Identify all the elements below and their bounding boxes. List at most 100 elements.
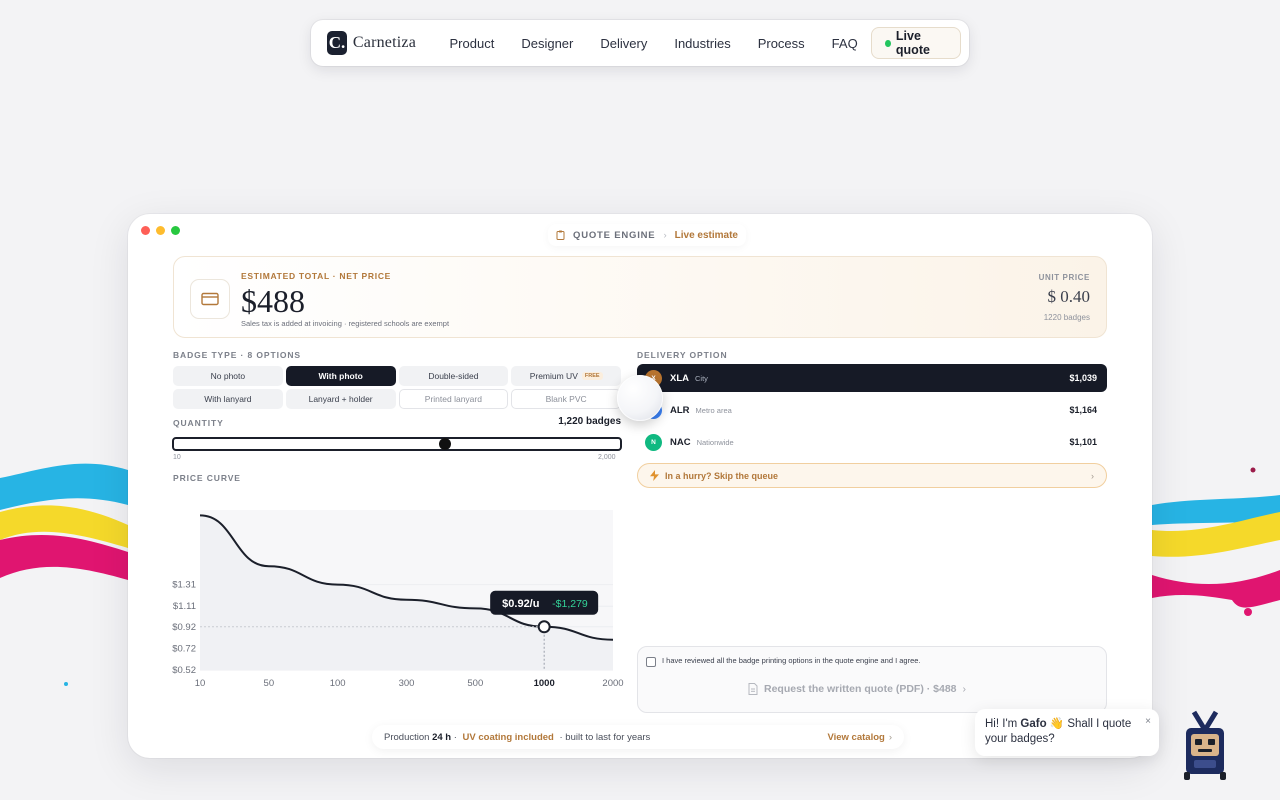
x-tick-label: 50 xyxy=(264,678,275,689)
badge-option-double-sided[interactable]: Double-sided xyxy=(398,366,509,386)
chip-label: Premium UV xyxy=(529,371,578,381)
badge-option-printed-lanyard[interactable]: Printed lanyard xyxy=(398,389,509,409)
chat-bubble[interactable]: Hi! I'm Gafo 👋 Shall I quote your badges… xyxy=(975,709,1159,756)
mascot-avatar[interactable] xyxy=(1180,708,1230,780)
delivery-name: Metro area xyxy=(695,405,732,415)
y-tick-label: $1.11 xyxy=(173,601,196,612)
request-quote-button[interactable]: Request the written quote (PDF) · $488 › xyxy=(748,683,966,695)
logo-icon[interactable]: C. xyxy=(327,31,347,55)
estimate-label: ESTIMATED TOTAL · NET PRICE xyxy=(241,271,392,281)
view-catalog-link[interactable]: View catalog › xyxy=(827,732,892,743)
chevron-right-icon: › xyxy=(1091,470,1094,481)
production-suffix: · built to last for years xyxy=(556,731,651,743)
y-tick-label: $0.52 xyxy=(172,665,196,676)
nac-icon: N xyxy=(645,433,662,451)
slider-max-label: 2,000 xyxy=(598,454,616,461)
live-quote-button[interactable]: Live quote xyxy=(871,27,961,59)
skip-queue-label: In a hurry? Skip the queue xyxy=(665,470,779,481)
chip-label: Blank PVC xyxy=(545,394,587,404)
delivery-option-alr[interactable]: A ALR Metro area $1,164 xyxy=(637,396,1107,424)
free-tag-badge: FREE xyxy=(581,372,603,380)
badge-type-label: BADGE TYPE · 8 OPTIONS xyxy=(173,350,301,360)
nav-link-faq[interactable]: FAQ xyxy=(818,36,871,51)
nav-link-product[interactable]: Product xyxy=(436,36,508,51)
badge-option-premium-uv[interactable]: Premium UV FREE xyxy=(511,366,621,386)
nav-link-process[interactable]: Process xyxy=(744,36,818,51)
production-separator: · xyxy=(451,731,460,743)
lightning-icon xyxy=(650,470,659,481)
highlight-point xyxy=(537,620,551,634)
nav-link-designer[interactable]: Designer xyxy=(508,36,587,51)
logo-text[interactable]: Carnetiza xyxy=(353,34,416,52)
quote-engine-card: QUOTE ENGINE › Live estimate ESTIMATED T… xyxy=(128,214,1152,758)
badge-option-blank-pvc[interactable]: Blank PVC xyxy=(511,389,621,409)
quantity-value: 1,220 badges xyxy=(558,416,621,427)
minimize-dot-icon[interactable] xyxy=(156,226,165,235)
badge-option-with-photo[interactable]: With photo xyxy=(285,366,396,386)
delivery-option-label: DELIVERY OPTION xyxy=(637,350,728,360)
y-tick-label: $0.72 xyxy=(172,643,196,654)
close-icon[interactable]: × xyxy=(1145,714,1151,729)
delivery-price: $1,039 xyxy=(1069,373,1097,383)
chip-label: Double-sided xyxy=(428,371,479,381)
quantity-slider-thumb[interactable] xyxy=(439,438,452,450)
badge-type-options: No photo With photo Double-sided Premium… xyxy=(173,366,621,409)
magnifier-cursor xyxy=(617,375,663,421)
x-tick-label: 500 xyxy=(467,678,483,689)
x-tick-label: 2000 xyxy=(602,678,623,689)
top-navbar: C. Carnetiza Product Designer Delivery I… xyxy=(311,20,969,66)
clipboard-icon xyxy=(556,230,565,240)
badge-option-lanyard-holder[interactable]: Lanyard + holder xyxy=(285,389,396,409)
card-icon xyxy=(190,279,230,319)
unit-price-count: 1220 badges xyxy=(1043,313,1090,322)
agree-text: I have reviewed all the badge printing o… xyxy=(662,656,921,665)
nav-link-industries[interactable]: Industries xyxy=(661,36,744,51)
request-quote-label: Request the written quote (PDF) · $488 xyxy=(764,683,957,695)
estimate-panel: ESTIMATED TOTAL · NET PRICE $488 Sales t… xyxy=(173,256,1107,338)
delivery-option-nac[interactable]: N NAC Nationwide $1,101 xyxy=(637,428,1107,456)
quantity-slider[interactable] xyxy=(172,437,622,451)
uv-coating-text: UV coating included xyxy=(462,731,554,743)
live-status-dot-icon xyxy=(885,39,891,47)
delivery-price: $1,101 xyxy=(1069,437,1097,447)
chat-bot-name: Gafo xyxy=(1020,718,1047,730)
delivery-code: NAC xyxy=(670,436,691,448)
unit-price-label: UNIT PRICE xyxy=(1038,273,1090,282)
estimate-total: $488 xyxy=(241,283,305,319)
live-quote-label: Live quote xyxy=(895,29,930,57)
agree-checkbox[interactable] xyxy=(646,657,656,667)
estimate-note: Sales tax is added at invoicing · regist… xyxy=(241,319,450,328)
delivery-code: ALR xyxy=(670,404,690,416)
production-prefix: Production xyxy=(384,731,430,743)
breadcrumb-current: Live estimate xyxy=(674,229,738,241)
badge-option-with-lanyard[interactable]: With lanyard xyxy=(173,389,283,409)
x-tick-label: 10 xyxy=(195,678,206,689)
chevron-right-icon: › xyxy=(888,731,892,743)
close-dot-icon[interactable] xyxy=(141,226,150,235)
chip-label: Printed lanyard xyxy=(424,394,482,404)
delivery-option-xla[interactable]: X XLA City $1,039 xyxy=(637,364,1107,392)
chevron-right-icon: › xyxy=(962,683,967,695)
y-tick-label: $0.92 xyxy=(172,622,196,633)
delivery-code: XLA xyxy=(670,372,689,384)
badge-option-no-photo[interactable]: No photo xyxy=(173,366,283,386)
x-tick-label: 100 xyxy=(330,678,346,689)
window-controls xyxy=(141,226,180,235)
breadcrumb: QUOTE ENGINE › Live estimate xyxy=(548,224,746,246)
y-tick-label: $1.31 xyxy=(172,580,196,591)
slider-min-label: 10 xyxy=(173,454,181,461)
nav-link-delivery[interactable]: Delivery xyxy=(587,36,661,51)
nav-links: Product Designer Delivery Industries Pro… xyxy=(436,36,871,51)
quantity-label: QUANTITY xyxy=(173,418,224,428)
tooltip-saving: -$1,279 xyxy=(552,598,588,610)
skip-queue-button[interactable]: In a hurry? Skip the queue › xyxy=(637,463,1107,488)
breadcrumb-section[interactable]: QUOTE ENGINE xyxy=(573,230,655,241)
maximize-dot-icon[interactable] xyxy=(171,226,180,235)
chip-label: No photo xyxy=(210,371,246,381)
document-icon xyxy=(748,683,758,695)
breadcrumb-chevron-icon: › xyxy=(663,229,667,241)
x-tick-label: 1000 xyxy=(534,678,555,689)
tooltip-price: $0.92/u xyxy=(502,598,539,610)
chip-label: With lanyard xyxy=(204,394,252,404)
production-hours: 24 h xyxy=(432,731,452,743)
